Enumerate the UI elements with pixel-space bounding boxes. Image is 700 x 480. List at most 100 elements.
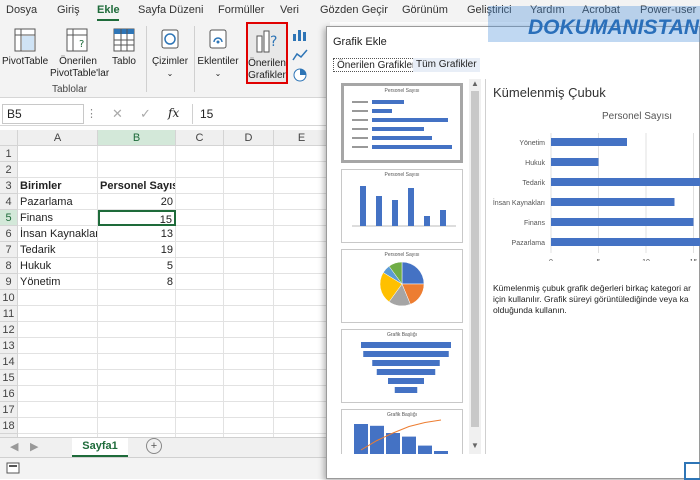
cell[interactable] bbox=[176, 370, 224, 386]
pie-chart-icon[interactable] bbox=[292, 68, 308, 82]
thumb-funnel[interactable]: Grafik Başlığı bbox=[341, 329, 463, 403]
cell[interactable]: Hukuk bbox=[18, 258, 98, 274]
cell[interactable] bbox=[224, 402, 274, 418]
row-header[interactable]: 12 bbox=[0, 322, 18, 338]
cell[interactable] bbox=[224, 242, 274, 258]
cell[interactable] bbox=[18, 354, 98, 370]
cell[interactable]: Pazarlama bbox=[18, 194, 98, 210]
cell[interactable] bbox=[18, 290, 98, 306]
cell[interactable] bbox=[18, 338, 98, 354]
column-header-c[interactable]: C bbox=[176, 130, 224, 146]
cell[interactable]: 20 bbox=[98, 194, 176, 210]
cell[interactable] bbox=[274, 306, 330, 322]
add-sheet-icon[interactable]: + bbox=[146, 438, 162, 454]
cell[interactable]: İnsan Kaynakları bbox=[18, 226, 98, 242]
cell[interactable] bbox=[224, 146, 274, 162]
cell[interactable] bbox=[18, 162, 98, 178]
scroll-thumb[interactable] bbox=[471, 91, 479, 427]
thumb-clustered-bar[interactable]: Personel Sayısı bbox=[341, 83, 463, 163]
scroll-right-icon[interactable]: ▶ bbox=[30, 440, 38, 453]
cell[interactable]: 19 bbox=[98, 242, 176, 258]
cell[interactable] bbox=[224, 210, 274, 226]
tab-recommended-charts[interactable]: Önerilen Grafikler bbox=[333, 58, 420, 72]
cell[interactable] bbox=[176, 210, 224, 226]
cell[interactable] bbox=[18, 322, 98, 338]
tab-formuller[interactable]: Formüller bbox=[218, 4, 264, 16]
row-header[interactable]: 17 bbox=[0, 402, 18, 418]
cell[interactable] bbox=[224, 258, 274, 274]
recommended-pivot-button[interactable]: ? Önerilen PivotTable'lar bbox=[50, 26, 109, 80]
select-all-corner[interactable] bbox=[0, 130, 18, 146]
cell[interactable] bbox=[176, 290, 224, 306]
cell[interactable] bbox=[274, 402, 330, 418]
cell[interactable] bbox=[18, 386, 98, 402]
tab-gorunum[interactable]: Görünüm bbox=[402, 4, 448, 16]
row-header[interactable]: 4 bbox=[0, 194, 18, 210]
row-header[interactable]: 6 bbox=[0, 226, 18, 242]
column-header-b[interactable]: B bbox=[98, 130, 176, 146]
cell[interactable] bbox=[274, 210, 330, 226]
scroll-down-icon[interactable]: ▼ bbox=[471, 441, 479, 450]
cell[interactable] bbox=[98, 386, 176, 402]
cell[interactable] bbox=[18, 370, 98, 386]
cancel-icon[interactable]: ✕ bbox=[112, 106, 123, 122]
cell[interactable] bbox=[98, 290, 176, 306]
cell[interactable] bbox=[98, 162, 176, 178]
drawings-button[interactable]: Çizimler ⌄ bbox=[150, 26, 190, 80]
cell[interactable] bbox=[176, 306, 224, 322]
cell[interactable] bbox=[98, 146, 176, 162]
scroll-up-icon[interactable]: ▲ bbox=[471, 79, 479, 88]
cell[interactable] bbox=[176, 258, 224, 274]
scroll-left-icon[interactable]: ◀ bbox=[10, 440, 18, 453]
tab-giris[interactable]: Giriş bbox=[57, 4, 80, 16]
thumb-pareto[interactable]: Grafik Başlığı bbox=[341, 409, 463, 454]
cell[interactable] bbox=[18, 402, 98, 418]
thumb-clustered-column[interactable]: Personel Sayısı bbox=[341, 169, 463, 243]
cell[interactable] bbox=[176, 418, 224, 434]
cell[interactable] bbox=[176, 322, 224, 338]
formula-input[interactable]: 15 bbox=[200, 107, 213, 121]
cell[interactable]: Finans bbox=[18, 210, 98, 226]
pivot-table-button[interactable]: PivotTable bbox=[2, 26, 48, 80]
column-header-a[interactable]: A bbox=[18, 130, 98, 146]
row-header[interactable]: 1 bbox=[0, 146, 18, 162]
cell[interactable] bbox=[274, 162, 330, 178]
row-header[interactable]: 14 bbox=[0, 354, 18, 370]
cell[interactable] bbox=[224, 386, 274, 402]
column-chart-icon[interactable] bbox=[292, 28, 308, 42]
recommended-charts-button[interactable]: ? Önerilen Grafikler bbox=[246, 22, 288, 84]
cell[interactable] bbox=[224, 226, 274, 242]
cell[interactable] bbox=[224, 306, 274, 322]
cell[interactable]: Yönetim bbox=[18, 274, 98, 290]
cell[interactable]: 13 bbox=[98, 226, 176, 242]
cell[interactable] bbox=[224, 322, 274, 338]
cell[interactable] bbox=[274, 418, 330, 434]
check-icon[interactable]: ✓ bbox=[140, 106, 151, 122]
row-header[interactable]: 9 bbox=[0, 274, 18, 290]
cell[interactable] bbox=[274, 242, 330, 258]
cell[interactable] bbox=[274, 194, 330, 210]
cell[interactable] bbox=[176, 162, 224, 178]
row-header[interactable]: 11 bbox=[0, 306, 18, 322]
cell[interactable] bbox=[98, 322, 176, 338]
cell[interactable] bbox=[98, 370, 176, 386]
cell[interactable]: Personel Sayısı bbox=[98, 178, 176, 194]
cell[interactable] bbox=[274, 226, 330, 242]
cell[interactable] bbox=[176, 274, 224, 290]
cell[interactable] bbox=[274, 178, 330, 194]
cell[interactable]: Birimler bbox=[18, 178, 98, 194]
active-cell[interactable]: 15 bbox=[98, 210, 176, 226]
cell[interactable]: 8 bbox=[98, 274, 176, 290]
thumbnails-scrollbar[interactable]: ▲ ▼ bbox=[469, 79, 481, 454]
column-header-d[interactable]: D bbox=[224, 130, 274, 146]
cell[interactable] bbox=[98, 402, 176, 418]
cell[interactable] bbox=[176, 242, 224, 258]
cell[interactable] bbox=[274, 146, 330, 162]
cell[interactable] bbox=[224, 178, 274, 194]
addins-button[interactable]: Eklentiler ⌄ bbox=[196, 26, 240, 80]
cell[interactable] bbox=[224, 162, 274, 178]
cell[interactable] bbox=[224, 418, 274, 434]
cell[interactable] bbox=[98, 354, 176, 370]
row-header[interactable]: 13 bbox=[0, 338, 18, 354]
cell[interactable]: Tedarik bbox=[18, 242, 98, 258]
